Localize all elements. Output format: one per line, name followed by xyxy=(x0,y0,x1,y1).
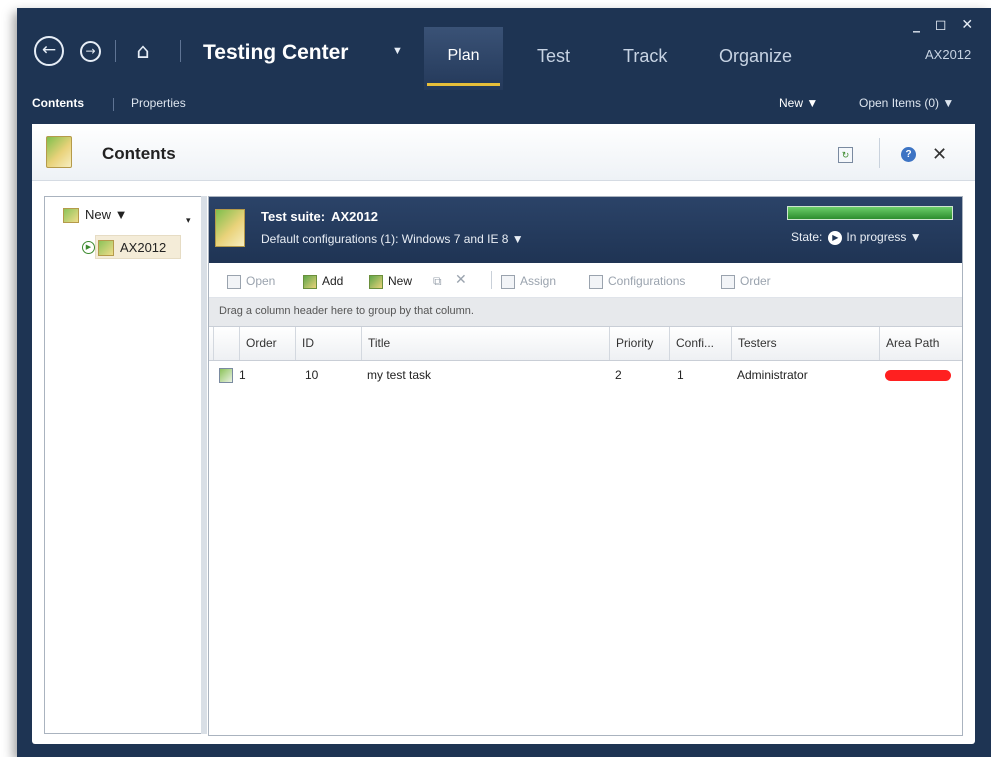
assign-label: Assign xyxy=(520,274,557,288)
subnav-properties[interactable]: Properties xyxy=(131,96,186,110)
suite-header: Test suite: AX2012 Default configurations… xyxy=(209,197,962,263)
column-testers[interactable]: Testers xyxy=(731,327,879,360)
suite-toolbar: Open Add New ⧉ ✕ Assign Configurations O… xyxy=(209,263,962,298)
help-icon[interactable]: ? xyxy=(901,147,916,162)
nav-separator xyxy=(115,40,116,62)
suite-details: Test suite: AX2012 Default configurations… xyxy=(208,196,963,736)
order-icon xyxy=(721,274,735,289)
assign-icon xyxy=(501,274,515,289)
column-area-path[interactable]: Area Path xyxy=(879,327,962,360)
tree-item-label: AX2012 xyxy=(120,240,167,255)
row-indicator-column xyxy=(213,327,239,360)
column-configurations[interactable]: Confi... xyxy=(669,327,731,360)
back-arrow-icon[interactable]: ← xyxy=(34,36,64,66)
redacted-area-path xyxy=(885,370,951,381)
column-id[interactable]: ID xyxy=(295,327,361,360)
test-plan-icon xyxy=(46,136,72,168)
tree-new-label: New xyxy=(85,207,112,222)
order-button[interactable]: Order xyxy=(721,274,771,289)
column-order[interactable]: Order xyxy=(239,327,295,360)
remove-icon[interactable]: ✕ xyxy=(455,271,467,288)
state-selector[interactable]: State: ▶ In progress ▼ xyxy=(791,230,922,245)
add-label: Add xyxy=(322,274,344,288)
cell-priority: 2 xyxy=(615,368,622,382)
window-controls[interactable]: _ ◻ ✕ xyxy=(913,17,978,33)
open-button[interactable]: Open xyxy=(227,274,275,289)
new-label: New xyxy=(388,274,413,288)
state-value: In progress ▼ xyxy=(846,230,922,244)
testing-center-window: ← → ⌂ Testing Center ▼ Plan Test Track O… xyxy=(17,8,991,757)
configurations-label: Configurations xyxy=(608,274,686,288)
sub-navigation-bar: Contents Properties New ▼ Open Items (0)… xyxy=(17,90,991,118)
panel-header: Contents ↻ ? ✕ xyxy=(32,124,975,181)
close-icon[interactable]: ✕ xyxy=(932,144,947,165)
test-suite-icon xyxy=(215,209,245,247)
toolbar-separator xyxy=(491,271,492,289)
play-icon: ▶ xyxy=(828,230,843,245)
pane-splitter[interactable] xyxy=(201,196,207,734)
new-icon xyxy=(369,274,383,289)
tree-new-button[interactable]: New ▼ xyxy=(63,207,128,224)
open-label: Open xyxy=(246,274,276,288)
group-by-area[interactable]: Drag a column header here to group by th… xyxy=(209,298,962,327)
subnav-separator xyxy=(113,98,114,111)
state-label: State: xyxy=(791,230,823,244)
table-row[interactable]: 1 10 my test task 2 1 Administrator xyxy=(209,361,962,389)
new-test-case-button[interactable]: New xyxy=(369,274,412,289)
tab-track[interactable]: Track xyxy=(623,46,667,67)
assign-button[interactable]: Assign xyxy=(501,274,556,289)
cell-testers: Administrator xyxy=(737,368,808,382)
grid-header: Order ID Title Priority Confi... Testers… xyxy=(209,327,962,361)
configurations-icon xyxy=(589,274,603,289)
column-title[interactable]: Title xyxy=(361,327,609,360)
tree-menu-caret-icon[interactable]: ▾ xyxy=(186,215,191,226)
forward-arrow-icon[interactable]: → xyxy=(80,41,101,62)
configurations-button[interactable]: Configurations xyxy=(589,274,685,289)
tab-organize[interactable]: Organize xyxy=(719,46,792,67)
cell-order: 1 xyxy=(239,368,246,382)
suite-icon xyxy=(98,240,114,256)
subnav-contents[interactable]: Contents xyxy=(32,96,84,110)
header-separator xyxy=(879,138,880,168)
default-configurations-dropdown[interactable]: Default configurations (1): Windows 7 an… xyxy=(261,232,524,246)
refresh-icon[interactable]: ↻ xyxy=(838,147,853,163)
active-tab-underline xyxy=(427,83,500,86)
contents-panel: Contents ↻ ? ✕ New ▼ ▾ ▶ AX2012 Test sui… xyxy=(32,124,975,744)
group-by-hint: Drag a column header here to group by th… xyxy=(219,305,474,317)
home-icon[interactable]: ⌂ xyxy=(130,38,156,64)
suite-name: AX2012 xyxy=(331,209,379,224)
add-button[interactable]: Add xyxy=(303,274,343,289)
expand-icon[interactable]: ▶ xyxy=(82,241,95,254)
cell-configurations: 1 xyxy=(677,368,684,382)
open-items-menu[interactable]: Open Items (0) ▼ xyxy=(859,96,954,110)
add-icon xyxy=(303,274,317,289)
column-priority[interactable]: Priority xyxy=(609,327,669,360)
tree-item-ax2012[interactable]: ▶ AX2012 xyxy=(82,235,181,259)
new-menu-button[interactable]: New ▼ xyxy=(779,96,818,110)
tab-plan-label: Plan xyxy=(447,47,480,64)
project-name: AX2012 xyxy=(925,47,972,62)
tab-test[interactable]: Test xyxy=(537,46,570,67)
progress-fill xyxy=(788,207,952,219)
new-suite-icon xyxy=(63,208,79,224)
app-title: Testing Center xyxy=(203,41,349,64)
copy-icon[interactable]: ⧉ xyxy=(433,274,442,289)
open-icon xyxy=(227,274,241,289)
nav-separator xyxy=(180,40,181,62)
tab-plan[interactable]: Plan xyxy=(424,27,503,90)
suite-title: Test suite: AX2012 xyxy=(261,209,378,224)
suite-tree: New ▼ ▾ ▶ AX2012 xyxy=(44,196,202,734)
suite-progress-bar xyxy=(787,206,953,220)
app-dropdown-icon[interactable]: ▼ xyxy=(392,45,403,57)
cell-id: 10 xyxy=(305,368,319,382)
order-label: Order xyxy=(740,274,771,288)
suite-label: Test suite: xyxy=(261,209,326,224)
test-case-icon xyxy=(219,368,233,383)
cell-title: my test task xyxy=(367,368,432,382)
panel-title: Contents xyxy=(102,144,176,163)
title-bar: ← → ⌂ Testing Center ▼ Plan Test Track O… xyxy=(17,8,991,90)
